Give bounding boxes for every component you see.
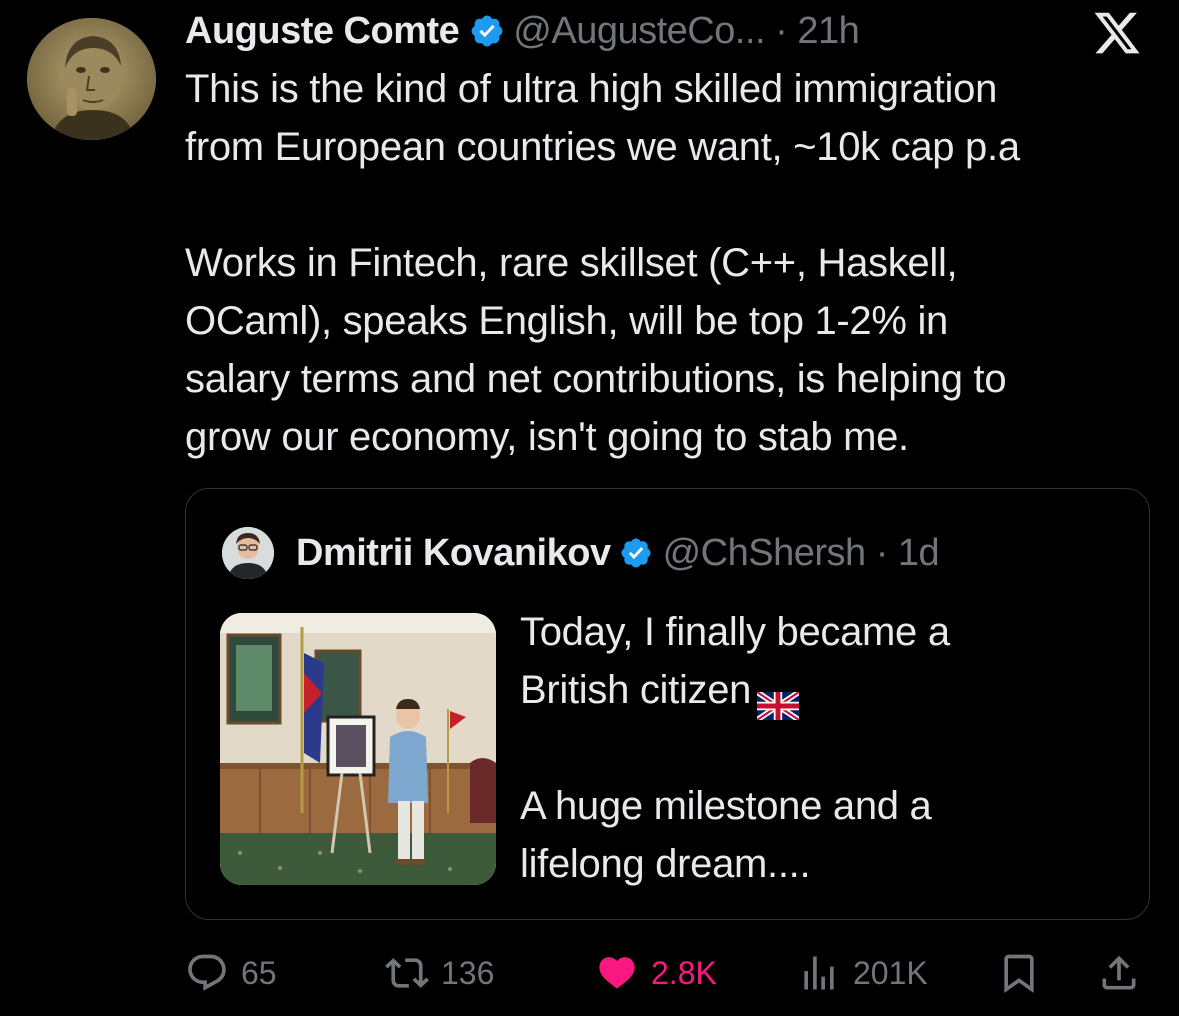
repost-icon [385,958,429,988]
views-count: 201K [853,954,928,991]
bookmark-icon [1004,954,1034,994]
heart-icon [599,957,635,989]
tweet-action-bar: 65 136 2.8K 201K [185,950,1145,996]
author-name[interactable]: Auguste Comte [185,10,460,53]
quote-author-handle-time[interactable]: @ChShersh · 1d [663,532,940,575]
share-button[interactable] [1097,950,1153,996]
quote-author-row: Dmitrii Kovanikov @ChShersh · 1d [296,529,940,577]
tweet-text-line: Works in Fintech, rare skillset (C++, Ha… [185,241,958,285]
quote-text-line: lifelong dream.... [520,842,811,886]
quote-text-segment: British citizen [520,668,752,712]
reply-button[interactable]: 65 [185,950,277,996]
quote-media-photo[interactable] [220,613,496,885]
verified-badge-icon [619,536,653,570]
like-button[interactable]: 2.8K [595,950,717,996]
tweet-text-line: OCaml), speaks English, will be top 1-2%… [185,299,948,343]
tweet-text-line: from European countries we want, ~10k ca… [185,125,1020,169]
verified-badge-icon [469,13,505,49]
tweet-text-line: This is the kind of ultra high skilled i… [185,67,998,111]
share-icon [1102,955,1136,990]
quote-text-line: British citizen [520,661,1120,723]
tweet-text-line: salary terms and net contributions, is h… [185,357,1007,401]
quote-text-line: A huge milestone and a [520,784,932,828]
views-button[interactable]: 201K [797,950,928,996]
author-handle-time[interactable]: @AugusteCo... · 21h [513,10,859,53]
quote-author-avatar[interactable] [222,527,274,579]
author-avatar[interactable] [27,18,156,140]
repost-button[interactable]: 136 [385,950,494,996]
quote-author-name[interactable]: Dmitrii Kovanikov [296,532,611,575]
views-icon [804,956,834,990]
uk-flag-emoji [755,678,801,723]
tweet-text: This is the kind of ultra high skilled i… [185,60,1160,466]
quote-text-line: Today, I finally became a [520,610,950,654]
quote-text: Today, I finally became a British citize… [520,603,1120,893]
reply-icon [188,954,226,991]
bookmark-button[interactable] [997,950,1053,996]
like-count: 2.8K [651,954,717,991]
quoted-tweet-card[interactable]: Dmitrii Kovanikov @ChShersh · 1d Today, … [185,488,1150,920]
x-logo-icon[interactable] [1092,8,1142,58]
reply-count: 65 [241,954,277,991]
tweet-author-row: Auguste Comte @AugusteCo... · 21h [185,6,860,56]
tweet-text-line: grow our economy, isn't going to stab me… [185,415,909,459]
repost-count: 136 [441,954,495,991]
